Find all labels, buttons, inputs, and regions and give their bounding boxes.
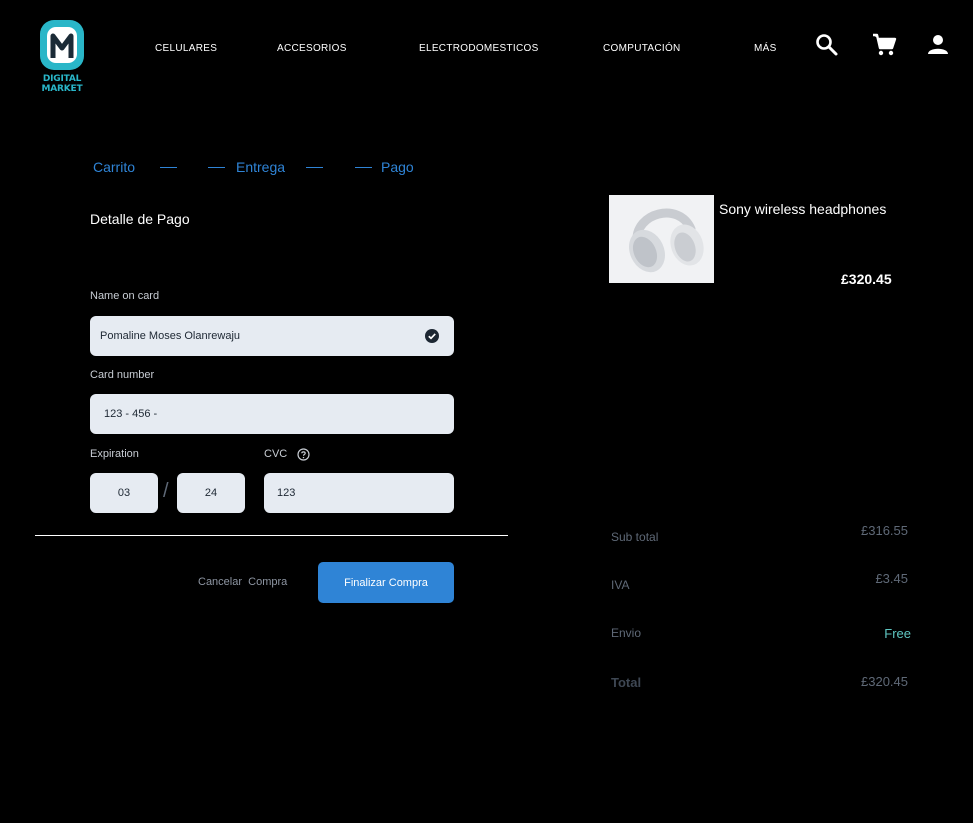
total-label: Total: [611, 675, 642, 690]
product-image: [609, 195, 714, 283]
step-divider: [355, 167, 372, 168]
cart-icon[interactable]: [871, 32, 897, 58]
iva-value: £3.45: [875, 571, 908, 586]
step-divider: [160, 167, 177, 168]
cancel-button[interactable]: Cancelar Compra: [198, 576, 287, 588]
subtotal-label: Sub total: [611, 530, 659, 544]
card-number-label: Card number: [90, 369, 155, 381]
envio-label: Envio: [611, 626, 642, 640]
step-divider: [208, 167, 225, 168]
expiration-year-field[interactable]: 24: [177, 473, 245, 513]
envio-value: Free: [884, 626, 911, 641]
search-icon[interactable]: [814, 32, 840, 58]
total-value: £320.45: [861, 674, 908, 689]
payment-title: Detalle de Pago: [90, 211, 190, 227]
iva-label: IVA: [611, 578, 630, 592]
name-value: Pomaline Moses Olanrewaju: [100, 330, 241, 342]
nav-item-mas[interactable]: MÁS: [754, 43, 777, 54]
step-entrega[interactable]: Entrega: [236, 159, 285, 175]
headphones-icon: [609, 195, 714, 283]
divider: [35, 535, 508, 536]
cvc-value: 123: [277, 487, 296, 499]
cvc-label: CVC: [264, 448, 288, 460]
logo-text: DIGITAL MARKET: [41, 74, 83, 94]
nav-item-computacion[interactable]: COMPUTACIÓN: [603, 43, 681, 54]
product-price: £320.45: [841, 271, 892, 287]
subtotal-value: £316.55: [861, 523, 908, 538]
nav-item-celulares[interactable]: CELULARES: [155, 43, 217, 54]
expiration-label: Expiration: [90, 448, 139, 460]
expiration-separator: /: [163, 480, 169, 502]
help-icon[interactable]: [297, 448, 310, 461]
nav-item-accesorios[interactable]: ACCESORIOS: [277, 43, 347, 54]
step-divider: [306, 167, 323, 168]
expiration-year-value: 24: [204, 487, 218, 499]
product-name: Sony wireless headphones: [719, 201, 887, 217]
check-icon: [425, 329, 439, 343]
card-number-field[interactable]: 123 - 456 -: [90, 394, 454, 434]
nav-item-electrodomesticos[interactable]: ELECTRODOMESTICOS: [419, 43, 539, 54]
expiration-month-value: 03: [117, 487, 131, 499]
expiration-month-field[interactable]: 03: [90, 473, 158, 513]
step-pago[interactable]: Pago: [381, 159, 414, 175]
finalize-purchase-button[interactable]: Finalizar Compra: [318, 562, 454, 603]
step-carrito[interactable]: Carrito: [93, 159, 135, 175]
cvc-field[interactable]: 123: [264, 473, 454, 513]
card-number-value: 123 - 456 -: [104, 408, 158, 420]
name-label: Name on card: [90, 290, 160, 302]
name-field[interactable]: Pomaline Moses Olanrewaju: [90, 316, 454, 356]
user-icon[interactable]: [925, 32, 951, 58]
